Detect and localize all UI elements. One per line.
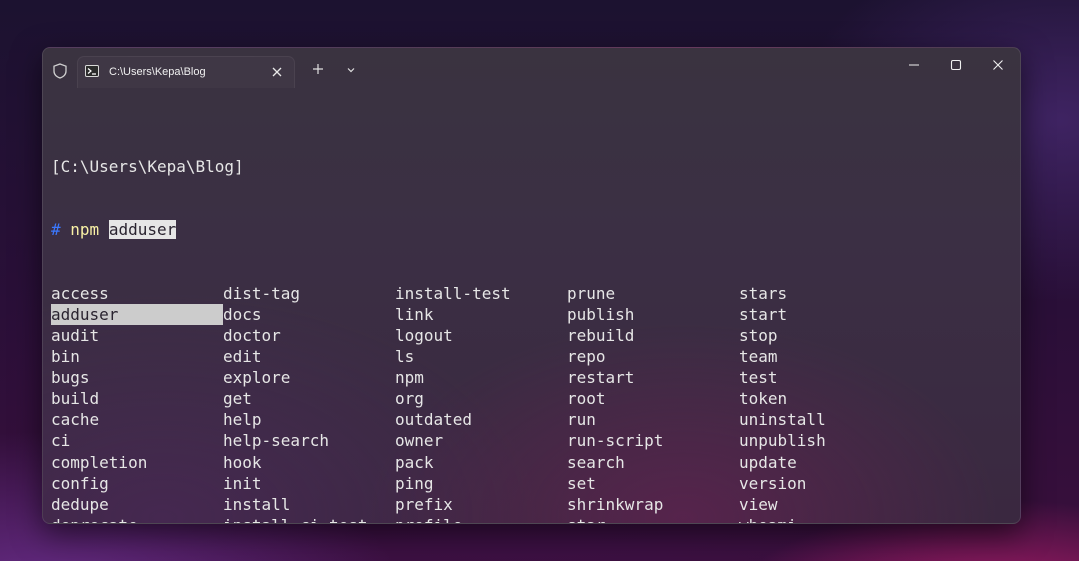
completion-item[interactable]: doctor: [223, 325, 395, 346]
completion-item[interactable]: stars: [739, 283, 911, 304]
completion-item[interactable]: access: [51, 283, 223, 304]
prompt-line: # npm adduser: [51, 219, 911, 240]
completion-item[interactable]: publish: [567, 304, 739, 325]
completion-item[interactable]: init: [223, 473, 395, 494]
completion-item[interactable]: star: [567, 515, 739, 523]
completion-item[interactable]: ls: [395, 346, 567, 367]
completion-item[interactable]: cache: [51, 409, 223, 430]
shield-icon[interactable]: [53, 63, 67, 79]
completion-item[interactable]: audit: [51, 325, 223, 346]
prompt-symbol: #: [51, 220, 61, 240]
cwd-line: [C:\Users\Kepa\Blog]: [51, 157, 244, 177]
terminal-window: C:\Users\Kepa\Blog [C:\Users\Kepa\Blog] …: [42, 47, 1021, 524]
completion-item[interactable]: set: [567, 473, 739, 494]
completion-item[interactable]: dedupe: [51, 494, 223, 515]
completion-item[interactable]: prefix: [395, 494, 567, 515]
completion-item[interactable]: adduser: [51, 303, 223, 325]
completion-item[interactable]: shrinkwrap: [567, 494, 739, 515]
completion-item[interactable]: config: [51, 473, 223, 494]
completion-item[interactable]: run-script: [567, 430, 739, 451]
completion-item[interactable]: repo: [567, 346, 739, 367]
completion-item[interactable]: restart: [567, 367, 739, 388]
title-bar[interactable]: C:\Users\Kepa\Blog: [43, 48, 1020, 88]
tab-title: C:\Users\Kepa\Blog: [109, 66, 206, 78]
completion-item[interactable]: update: [739, 452, 911, 473]
completion-item[interactable]: help-search: [223, 430, 395, 451]
completion-item[interactable]: bugs: [51, 367, 223, 388]
completion-item[interactable]: version: [739, 473, 911, 494]
completion-item[interactable]: ci: [51, 430, 223, 451]
completion-item[interactable]: build: [51, 388, 223, 409]
completion-item[interactable]: outdated: [395, 409, 567, 430]
terminal-output[interactable]: [C:\Users\Kepa\Blog] # npm adduser acces…: [51, 114, 911, 523]
completion-item[interactable]: logout: [395, 325, 567, 346]
powershell-icon: [85, 65, 99, 77]
completion-item[interactable]: test: [739, 367, 911, 388]
completion-item[interactable]: start: [739, 304, 911, 325]
completion-item[interactable]: npm: [395, 367, 567, 388]
completion-item[interactable]: rebuild: [567, 325, 739, 346]
minimize-icon[interactable]: [907, 58, 921, 72]
completion-item[interactable]: owner: [395, 430, 567, 451]
completion-item[interactable]: get: [223, 388, 395, 409]
tab-close-icon[interactable]: [270, 65, 284, 79]
completion-item[interactable]: install-ci-test: [223, 515, 395, 523]
completion-item[interactable]: completion: [51, 452, 223, 473]
completion-item[interactable]: stop: [739, 325, 911, 346]
completion-item[interactable]: docs: [223, 304, 395, 325]
completion-item[interactable]: unpublish: [739, 430, 911, 451]
completion-item[interactable]: edit: [223, 346, 395, 367]
completion-item[interactable]: root: [567, 388, 739, 409]
command-text: npm: [70, 220, 100, 240]
plus-icon[interactable]: [311, 62, 325, 76]
completion-item[interactable]: whoami: [739, 515, 911, 523]
completion-item[interactable]: uninstall: [739, 409, 911, 430]
completion-item[interactable]: prune: [567, 283, 739, 304]
completion-item[interactable]: ping: [395, 473, 567, 494]
completion-item[interactable]: bin: [51, 346, 223, 367]
completion-item[interactable]: run: [567, 409, 739, 430]
completion-item[interactable]: pack: [395, 452, 567, 473]
completion-item[interactable]: link: [395, 304, 567, 325]
completion-item[interactable]: team: [739, 346, 911, 367]
tab-active[interactable]: C:\Users\Kepa\Blog: [77, 56, 295, 88]
completion-item[interactable]: deprecate: [51, 515, 223, 523]
completion-item[interactable]: dist-tag: [223, 283, 395, 304]
close-icon[interactable]: [991, 58, 1005, 72]
completion-item[interactable]: help: [223, 409, 395, 430]
completion-item[interactable]: view: [739, 494, 911, 515]
maximize-icon[interactable]: [949, 58, 963, 72]
completion-item[interactable]: hook: [223, 452, 395, 473]
completion-item[interactable]: explore: [223, 367, 395, 388]
completion-item[interactable]: profile: [395, 515, 567, 523]
completion-item[interactable]: org: [395, 388, 567, 409]
command-argument: adduser: [108, 220, 177, 240]
completion-item[interactable]: search: [567, 452, 739, 473]
chevron-down-icon[interactable]: [345, 65, 357, 75]
completion-item[interactable]: install: [223, 494, 395, 515]
completion-list: access dist-tag install-test prune stars addu…: [51, 283, 911, 523]
completion-item[interactable]: token: [739, 388, 911, 409]
completion-item[interactable]: install-test: [395, 283, 567, 304]
